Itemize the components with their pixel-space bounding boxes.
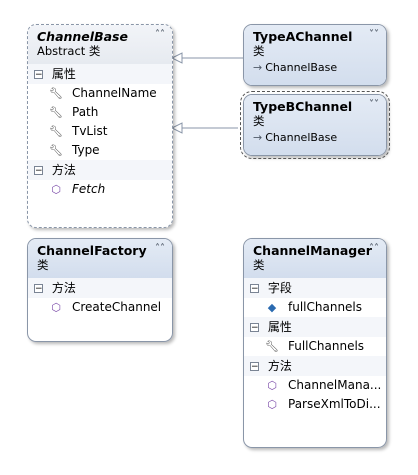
wrench-icon: 🔧︎ <box>49 106 63 119</box>
wrench-icon: 🔧︎ <box>49 125 63 138</box>
member-label: TvList <box>72 124 108 138</box>
property-item[interactable]: 🔧︎ Type <box>28 141 172 160</box>
section-label: 字段 <box>267 281 292 295</box>
collapse-toggle-icon[interactable]: − <box>34 166 43 176</box>
member-label: ParseXmlToDi... <box>288 397 381 411</box>
collapse-toggle-icon[interactable]: − <box>250 284 259 294</box>
method-cube-icon: ⬡ <box>267 379 277 392</box>
member-label: CreateChannel <box>72 300 162 314</box>
inherits-label: → ChannelBase <box>253 61 360 74</box>
member-label: FullChannels <box>288 339 365 353</box>
method-item[interactable]: ⬡ Fetch <box>28 180 172 199</box>
wrench-icon: 🔧︎ <box>49 87 63 100</box>
member-label: Fetch <box>72 182 106 196</box>
channel-factory-subtitle: 类 <box>37 258 49 272</box>
method-cube-icon: ⬡ <box>51 183 61 196</box>
channel-base-shape[interactable]: ChannelBase Abstract 类 ˄˄ − 属性 🔧︎ Channel… <box>27 24 173 228</box>
method-item[interactable]: ⬡ CreateChannel <box>28 298 172 317</box>
section-properties[interactable]: − 属性 <box>28 64 172 84</box>
field-item[interactable]: ◆ fullChannels <box>244 298 386 317</box>
method-item[interactable]: ⬡ ChannelMana... <box>244 376 386 395</box>
collapse-toggle-icon[interactable]: − <box>250 362 259 372</box>
section-label: 方法 <box>267 359 292 373</box>
section-label: 属性 <box>267 320 292 334</box>
channel-manager-shape[interactable]: ChannelManager 类 ˄˄ − 字段 ◆ fullChannels −… <box>243 238 387 448</box>
member-label: Path <box>72 105 99 119</box>
wrench-icon: 🔧︎ <box>49 144 63 157</box>
inheritance-arrow-icon: → <box>253 131 263 144</box>
section-methods[interactable]: − 方法 <box>28 278 172 298</box>
chevron-up-icon[interactable]: ˄˄ <box>369 243 379 254</box>
method-item[interactable]: ⬡ ParseXmlToDi... <box>244 395 386 414</box>
section-methods[interactable]: − 方法 <box>244 356 386 376</box>
type-b-channel-header[interactable]: TypeBChannel 类 → ChannelBase ˅˅ <box>244 95 386 155</box>
member-label: Type <box>72 143 100 157</box>
chevron-down-icon[interactable]: ˅˅ <box>369 29 379 40</box>
method-cube-icon: ⬡ <box>51 301 61 314</box>
field-icon: ◆ <box>267 301 277 314</box>
section-label: 方法 <box>51 163 76 177</box>
channel-factory-shape[interactable]: ChannelFactory 类 ˄˄ − 方法 ⬡ CreateChannel <box>27 238 173 342</box>
type-b-channel-shape[interactable]: TypeBChannel 类 → ChannelBase ˅˅ <box>240 91 390 159</box>
type-a-channel-title: TypeAChannel <box>253 29 353 44</box>
base-class-name: ChannelBase <box>265 61 338 74</box>
wrench-icon: 🔧︎ <box>265 340 279 353</box>
channel-manager-title: ChannelManager <box>253 243 372 258</box>
property-item[interactable]: 🔧︎ FullChannels <box>244 337 386 356</box>
type-b-channel-title: TypeBChannel <box>253 99 353 114</box>
type-a-channel-header[interactable]: TypeAChannel 类 → ChannelBase ˅˅ <box>244 25 386 85</box>
property-item[interactable]: 🔧︎ Path <box>28 103 172 122</box>
section-properties[interactable]: − 属性 <box>244 317 386 337</box>
section-fields[interactable]: − 字段 <box>244 278 386 298</box>
channel-base-body: − 属性 🔧︎ ChannelName 🔧︎ Path 🔧︎ TvList 🔧︎ Typ… <box>28 64 172 203</box>
inherits-label: → ChannelBase <box>253 131 360 144</box>
property-item[interactable]: 🔧︎ ChannelName <box>28 84 172 103</box>
channel-manager-subtitle: 类 <box>253 258 265 272</box>
inheritance-arrow-icon: → <box>253 61 263 74</box>
channel-manager-header[interactable]: ChannelManager 类 ˄˄ <box>244 239 386 278</box>
connector-typeb-arrowhead <box>170 122 183 134</box>
member-label: fullChannels <box>288 300 363 314</box>
channel-factory-header[interactable]: ChannelFactory 类 ˄˄ <box>28 239 172 278</box>
section-label: 属性 <box>51 67 76 81</box>
section-methods[interactable]: − 方法 <box>28 160 172 180</box>
chevron-down-icon[interactable]: ˅˅ <box>369 99 379 110</box>
channel-base-header[interactable]: ChannelBase Abstract 类 ˄˄ <box>28 25 172 64</box>
method-cube-icon: ⬡ <box>267 398 277 411</box>
connector-typea-arrowhead <box>170 52 183 64</box>
channel-base-subtitle: Abstract 类 <box>37 44 101 58</box>
chevron-up-icon[interactable]: ˄˄ <box>155 29 165 40</box>
channel-manager-body: − 字段 ◆ fullChannels − 属性 🔧︎ FullChannels −… <box>244 278 386 418</box>
property-item[interactable]: 🔧︎ TvList <box>28 122 172 141</box>
section-label: 方法 <box>51 281 76 295</box>
type-b-channel-subtitle: 类 <box>253 114 265 128</box>
channel-base-title: ChannelBase <box>37 29 128 44</box>
collapse-toggle-icon[interactable]: − <box>34 70 43 80</box>
collapse-toggle-icon[interactable]: − <box>250 323 259 333</box>
channel-factory-title: ChannelFactory <box>37 243 147 258</box>
member-label: ChannelMana... <box>288 378 382 392</box>
member-label: ChannelName <box>72 86 157 100</box>
type-a-channel-subtitle: 类 <box>253 44 265 58</box>
base-class-name: ChannelBase <box>265 131 338 144</box>
collapse-toggle-icon[interactable]: − <box>34 284 43 294</box>
channel-factory-body: − 方法 ⬡ CreateChannel <box>28 278 172 321</box>
type-a-channel-shape[interactable]: TypeAChannel 类 → ChannelBase ˅˅ <box>243 24 387 86</box>
chevron-up-icon[interactable]: ˄˄ <box>155 243 165 254</box>
